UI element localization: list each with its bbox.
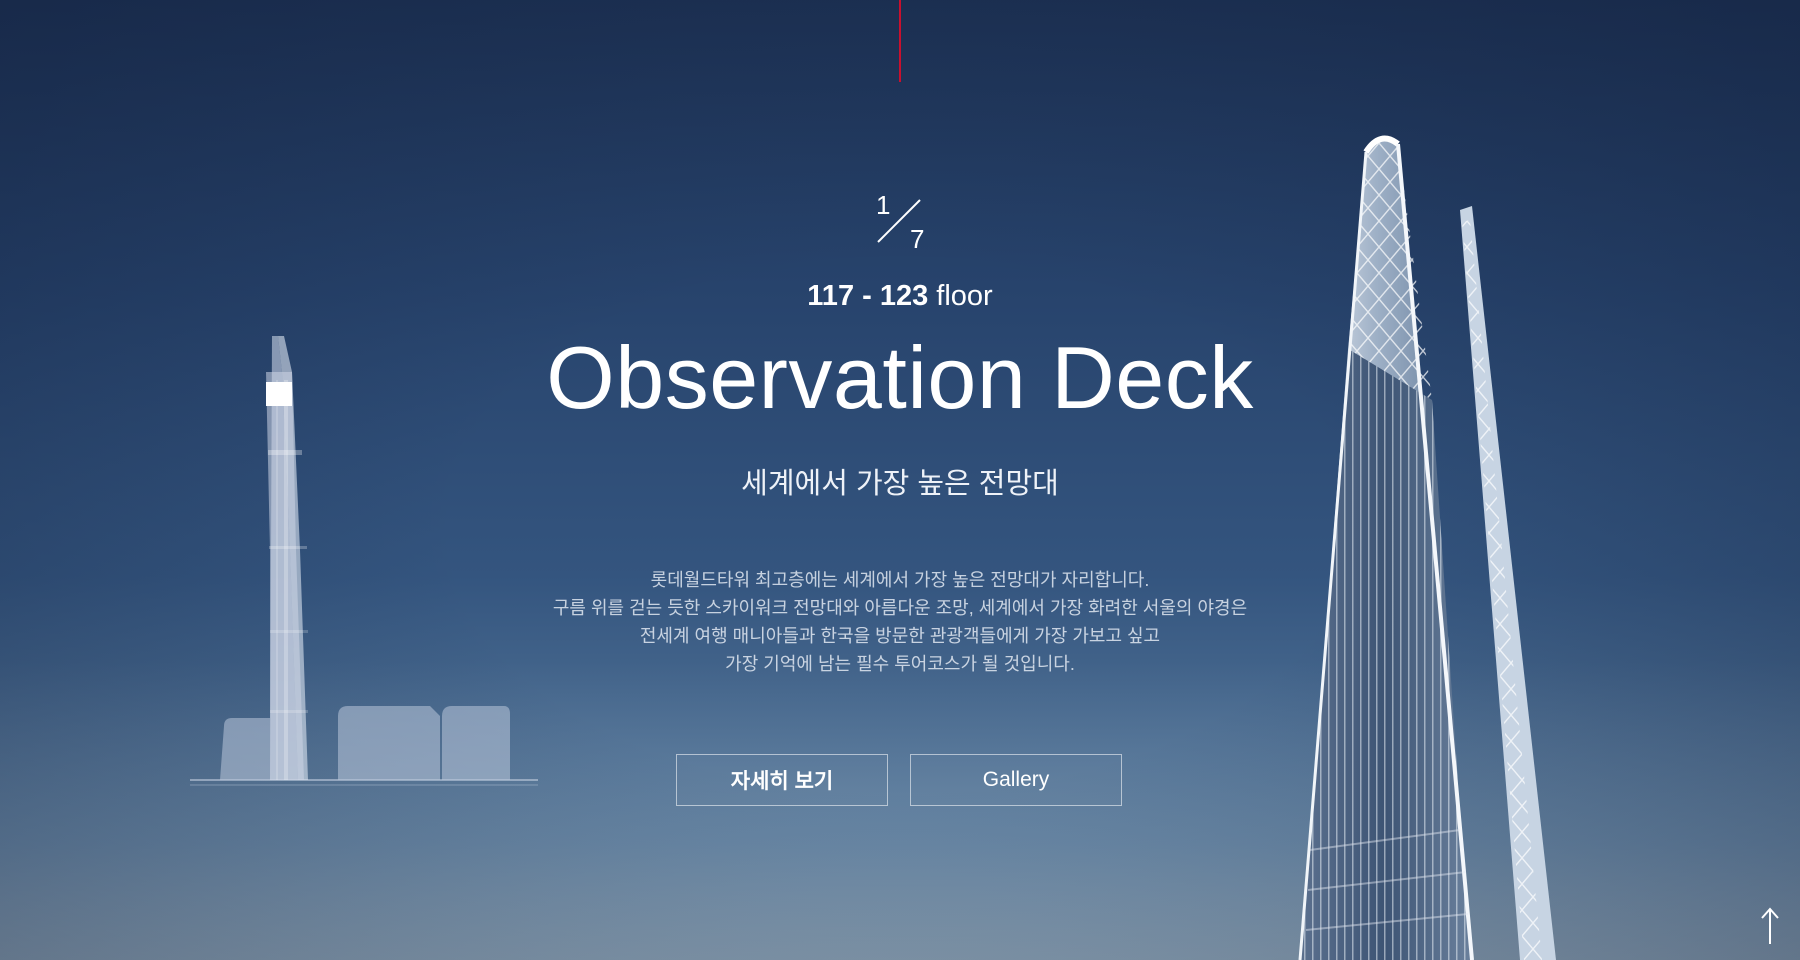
scroll-top-arrow-icon[interactable] bbox=[1752, 904, 1788, 948]
description: 롯데월드타워 최고층에는 세계에서 가장 높은 전망대가 자리합니다. 구름 위… bbox=[0, 566, 1800, 678]
floor-range: 117 - 123 floor bbox=[0, 280, 1800, 313]
view-details-button[interactable]: 자세히 보기 bbox=[676, 754, 888, 806]
floor-numbers: 117 - 123 bbox=[807, 280, 929, 312]
page-subtitle: 세계에서 가장 높은 전망대 bbox=[741, 468, 1059, 500]
gallery-button[interactable]: Gallery bbox=[910, 754, 1122, 806]
floor-unit: floor bbox=[936, 280, 993, 312]
slide-counter: 1 7 bbox=[860, 186, 940, 256]
tower-photo bbox=[1298, 135, 1556, 960]
page-title: Observation Deck bbox=[546, 328, 1254, 427]
description-line: 가장 기억에 남는 필수 투어코스가 될 것입니다. bbox=[725, 654, 1075, 674]
description-line: 롯데월드타워 최고층에는 세계에서 가장 높은 전망대가 자리합니다. bbox=[650, 570, 1150, 590]
accent-line bbox=[899, 0, 901, 82]
description-line: 전세계 여행 매니아들과 한국을 방문한 관광객들에게 가장 가보고 싶고 bbox=[639, 626, 1161, 646]
description-line: 구름 위를 걷는 듯한 스카이워크 전망대와 아름다운 조망, 세계에서 가장 … bbox=[552, 598, 1248, 618]
counter-total: 7 bbox=[910, 224, 925, 254]
